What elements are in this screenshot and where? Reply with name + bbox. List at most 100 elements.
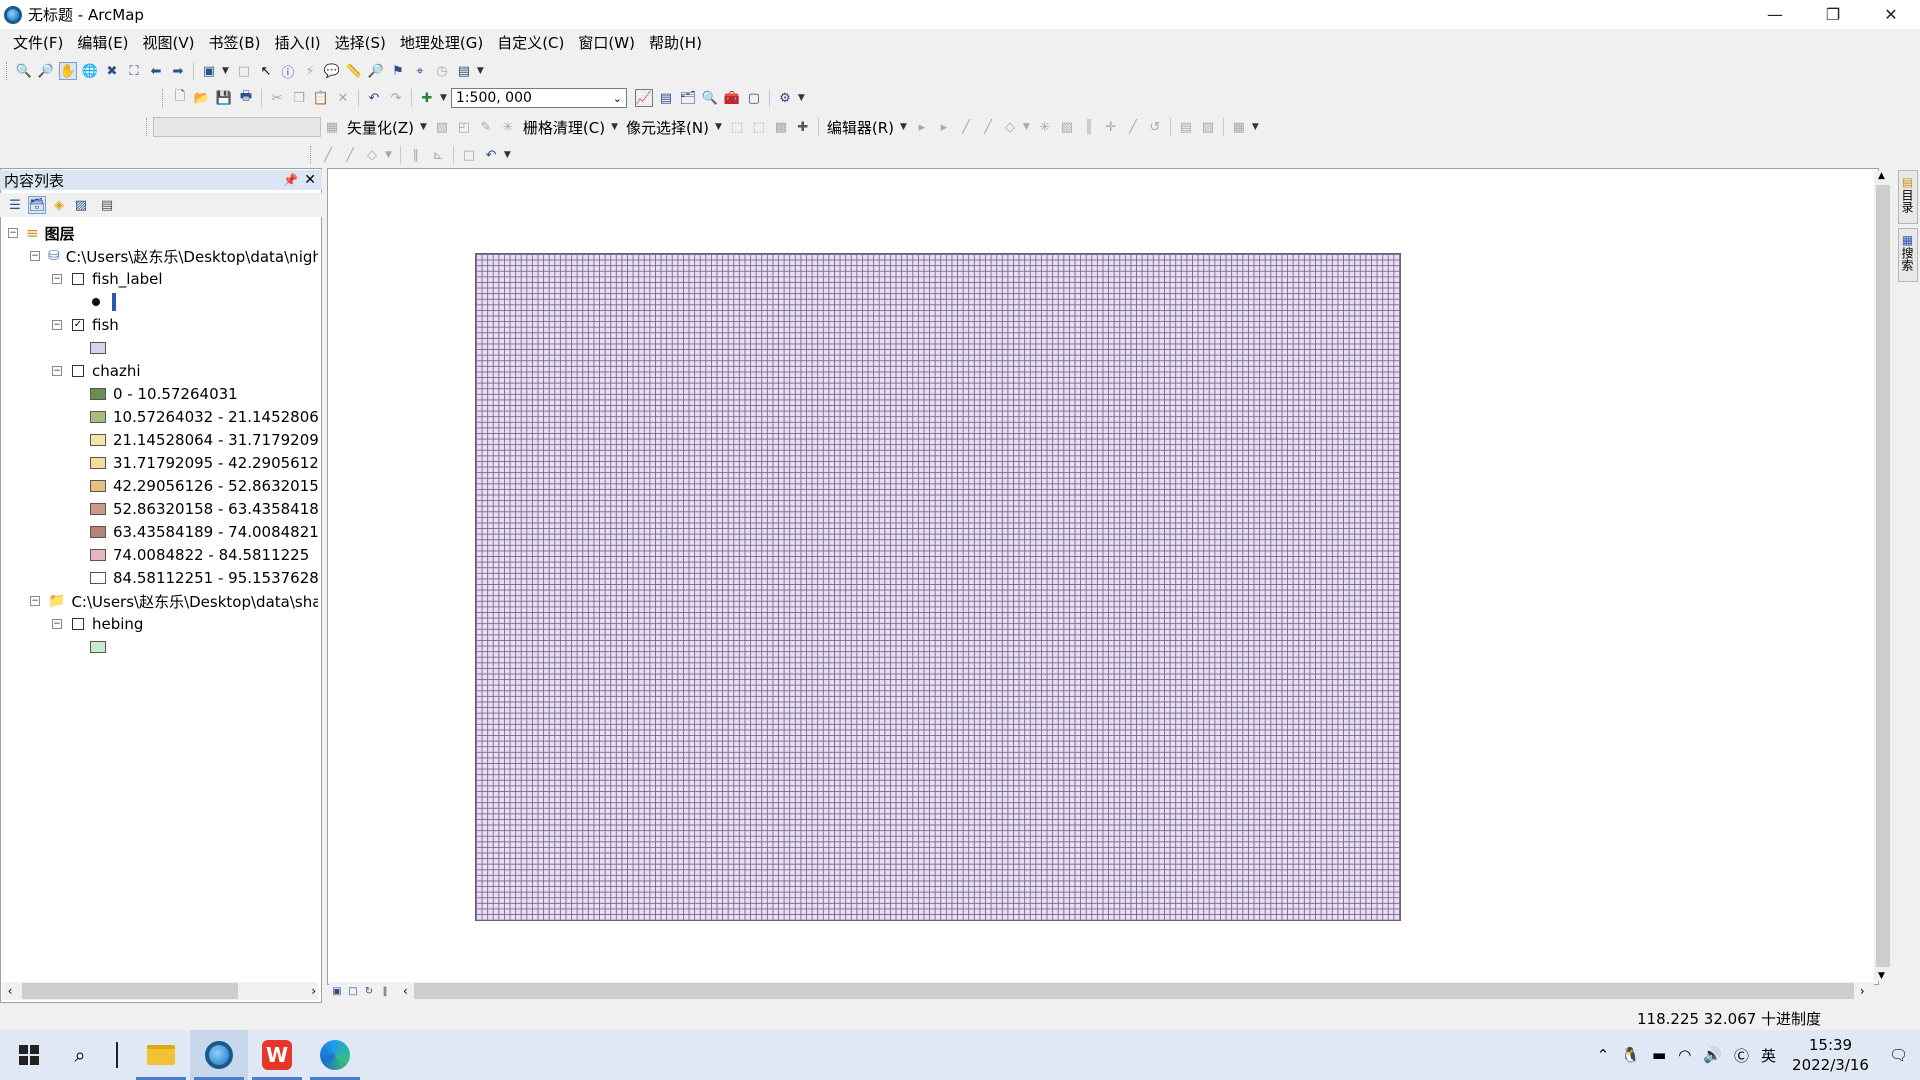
back-extent-icon[interactable]: ⬅ xyxy=(147,62,165,80)
forward-extent-icon[interactable]: ➡ xyxy=(169,62,187,80)
menu-customize[interactable]: 自定义(C) xyxy=(490,32,571,54)
rotate-icon[interactable]: ↺ xyxy=(1146,118,1164,136)
chevron-down-icon[interactable]: ▼ xyxy=(1252,122,1259,132)
map-horizontal-scrollbar[interactable]: ▣ □ ↻ ‖ ‹ › xyxy=(329,982,1874,1000)
open-folder-icon[interactable]: 📂 xyxy=(193,89,211,107)
ime-mode-icon[interactable]: Ⓒ xyxy=(1734,1045,1749,1066)
list-by-source-icon[interactable]: 🗃 xyxy=(28,196,46,214)
start-button[interactable] xyxy=(0,1030,58,1080)
chevron-down-icon[interactable]: ▼ xyxy=(798,93,805,103)
scroll-thumb[interactable] xyxy=(22,983,238,999)
scroll-down-icon[interactable]: ▼ xyxy=(1878,971,1885,981)
ime-language[interactable]: 英 xyxy=(1761,1045,1776,1066)
collapse-icon[interactable]: − xyxy=(52,619,62,629)
menu-view[interactable]: 视图(V) xyxy=(136,32,202,54)
edit-annotation-icon[interactable]: ▸ xyxy=(935,118,953,136)
raster-snapping-icon[interactable]: ✳ xyxy=(499,118,517,136)
close-icon[interactable]: ✕ xyxy=(304,172,316,188)
chevron-down-icon[interactable]: ▼ xyxy=(611,122,618,132)
perpendicular-icon[interactable]: ⊾ xyxy=(429,146,447,164)
select-connected-cells-icon[interactable]: ⬚ xyxy=(728,118,746,136)
layer-visibility-checkbox[interactable] xyxy=(72,618,84,630)
minimize-button[interactable]: — xyxy=(1746,0,1804,29)
vectorize-options-icon[interactable]: ▧ xyxy=(433,118,451,136)
layer-visibility-checkbox[interactable] xyxy=(72,365,84,377)
raster-settings-icon[interactable]: ▦ xyxy=(323,118,341,136)
redo-icon[interactable]: ↷ xyxy=(387,89,405,107)
map-vertical-scrollbar[interactable]: ▲ ▼ xyxy=(1874,171,1892,981)
scroll-right-icon[interactable]: › xyxy=(311,984,316,998)
model-builder-icon[interactable]: ⚙ xyxy=(776,89,794,107)
reshape-icon[interactable]: ║ xyxy=(1080,118,1098,136)
point-icon[interactable]: ✳ xyxy=(1036,118,1054,136)
chevron-down-icon[interactable]: ▼ xyxy=(420,122,427,132)
straight-segment-icon[interactable]: ╱ xyxy=(957,118,975,136)
options-icon[interactable]: ▤ xyxy=(98,196,116,214)
raster-cleanup-menu[interactable]: 栅格清理(C) xyxy=(523,117,605,138)
toc-workspace-row[interactable]: − 📁 C:\Users\赵东乐\Desktop\data\shap xyxy=(30,590,318,612)
volume-icon[interactable]: 🔊 xyxy=(1703,1046,1722,1064)
menu-insert[interactable]: 插入(I) xyxy=(268,32,328,54)
toc-root-row[interactable]: − ≡ 图层 xyxy=(8,222,75,244)
list-by-selection-icon[interactable]: ▨ xyxy=(72,196,90,214)
scroll-right-icon[interactable]: › xyxy=(1860,984,1865,998)
menu-bookmarks[interactable]: 书签(B) xyxy=(202,32,268,54)
create-features-icon[interactable]: ▦ xyxy=(1230,118,1248,136)
toc-layer-row[interactable]: − ✓ fish xyxy=(52,314,119,336)
undo-icon[interactable]: ↶ xyxy=(482,146,500,164)
collapse-icon[interactable]: − xyxy=(52,366,62,376)
scroll-thumb[interactable] xyxy=(413,983,1854,999)
menu-selection[interactable]: 选择(S) xyxy=(328,32,393,54)
fixed-zoom-in-icon[interactable]: ✖ xyxy=(103,62,121,80)
chevron-down-icon[interactable]: ▼ xyxy=(504,150,511,160)
list-by-drawing-order-icon[interactable]: ☰ xyxy=(6,196,24,214)
sketch-properties-icon[interactable]: ▨ xyxy=(1199,118,1217,136)
chevron-down-icon[interactable]: ▼ xyxy=(715,122,722,132)
html-popup-icon[interactable]: 💬 xyxy=(323,62,341,80)
toc-layer-row[interactable]: − chazhi xyxy=(52,360,141,382)
zoom-in-icon[interactable]: 🔍 xyxy=(15,62,33,80)
restore-button[interactable]: ❐ xyxy=(1804,0,1862,29)
find-connected-cells-icon[interactable]: ⬚ xyxy=(750,118,768,136)
toc-horizontal-scrollbar[interactable]: ‹ › xyxy=(2,982,318,1000)
select-features-icon[interactable]: ▣ xyxy=(200,62,218,80)
chevron-down-icon[interactable]: ▼ xyxy=(385,150,392,160)
vectorization-trace-icon[interactable]: ◰ xyxy=(455,118,473,136)
catalog-window-icon[interactable]: 🗂 xyxy=(679,89,697,107)
collapse-icon[interactable]: − xyxy=(52,274,62,284)
file-explorer-button[interactable] xyxy=(132,1030,190,1080)
pause-drawing-icon[interactable]: ‖ xyxy=(379,982,391,1000)
end-point-arc-icon[interactable]: ╱ xyxy=(979,118,997,136)
arctoolbox-icon[interactable]: 🧰 xyxy=(723,89,741,107)
clear-selection-icon[interactable]: □ xyxy=(235,62,253,80)
vectorize-menu[interactable]: 矢量化(Z) xyxy=(347,117,414,138)
catalog-tab[interactable]: ▤ 目录 xyxy=(1897,170,1918,224)
time-slider-icon[interactable]: ◷ xyxy=(433,62,451,80)
data-view-icon[interactable]: ▣ xyxy=(331,982,343,1000)
map-scale-combo[interactable]: 1:500, 000 ⌄ xyxy=(450,88,627,108)
new-document-icon[interactable]: 🗋 xyxy=(171,89,189,107)
zoom-out-icon[interactable]: 🔎 xyxy=(37,62,55,80)
clock[interactable]: 15:39 2022/3/16 xyxy=(1792,1035,1869,1075)
undo-icon[interactable]: ↶ xyxy=(365,89,383,107)
attributes-icon[interactable]: ▤ xyxy=(1177,118,1195,136)
layer-visibility-checkbox[interactable] xyxy=(72,273,84,285)
arc-segment-icon[interactable]: ╱ xyxy=(341,146,359,164)
scroll-up-icon[interactable]: ▲ xyxy=(1878,171,1885,181)
menu-file[interactable]: 文件(F) xyxy=(6,32,70,54)
chevron-down-icon[interactable]: ▼ xyxy=(900,122,907,132)
menu-help[interactable]: 帮助(H) xyxy=(642,32,709,54)
cut-polygons-icon[interactable]: ✛ xyxy=(1102,118,1120,136)
full-extent-icon[interactable]: 🌐 xyxy=(81,62,99,80)
edit-tool-icon[interactable]: ▸ xyxy=(913,118,931,136)
toolbar-grip[interactable] xyxy=(310,146,313,164)
fish-grid-layer[interactable] xyxy=(475,253,1401,921)
menu-window[interactable]: 窗口(W) xyxy=(571,32,642,54)
search-window-icon[interactable]: 🔍 xyxy=(701,89,719,107)
scroll-thumb[interactable] xyxy=(1876,185,1890,967)
chevron-down-icon[interactable]: ▼ xyxy=(1023,122,1030,132)
layout-view-icon[interactable]: □ xyxy=(347,982,359,1000)
collapse-icon[interactable]: − xyxy=(52,320,62,330)
add-data-icon[interactable]: ✚ xyxy=(418,89,436,107)
toolbar-grip[interactable] xyxy=(146,118,149,136)
